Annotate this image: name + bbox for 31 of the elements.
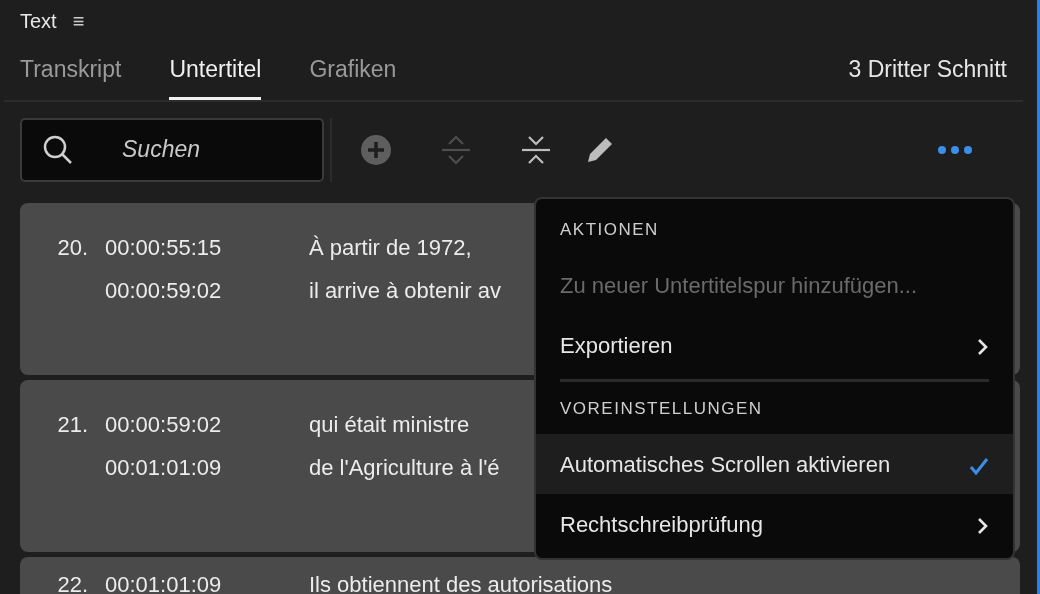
start-timecode: 00:00:55:15 — [105, 233, 223, 262]
caption-number: 21. — [56, 410, 89, 439]
expand-icon — [440, 133, 472, 166]
start-timecode: 00:01:01:09 — [105, 570, 223, 594]
caption-text: il arrive à obtenir av — [309, 276, 501, 305]
caption-number: 20. — [56, 233, 89, 262]
end-timecode: 00:00:59:02 — [105, 276, 223, 305]
search-field[interactable]: Suchen — [20, 117, 324, 182]
tab[interactable]: Untertitel — [169, 52, 262, 100]
caption-number: 22. — [56, 570, 89, 594]
menu-section-header: AKTIONEN — [559, 219, 660, 241]
caption-text: de l'Agriculture à l'é — [309, 453, 500, 482]
panel-title: Text — [20, 9, 57, 34]
caption-text: À partir de 1972, — [309, 233, 473, 262]
caption-text: qui était ministre — [309, 410, 471, 439]
caption-text: Ils obtiennent des autorisations — [309, 570, 613, 594]
sequence-name: 3 Dritter Schnitt — [848, 55, 1007, 84]
start-timecode: 00:00:59:02 — [105, 410, 223, 439]
merge-icon — [520, 133, 552, 166]
tab[interactable]: Grafiken — [309, 52, 397, 100]
menu-button[interactable]: ≡ — [72, 11, 85, 31]
menu-section-header: VOREINSTELLUNGEN — [559, 398, 764, 420]
end-timecode: 00:01:01:09 — [105, 453, 223, 482]
menu-item[interactable]: Automatisches Scrollen aktivieren — [536, 434, 1013, 494]
menu-item[interactable]: Rechtschreibprüfung — [536, 494, 1013, 554]
tab[interactable]: Transkript — [20, 52, 122, 100]
search-icon — [42, 133, 74, 166]
more-icon — [938, 145, 972, 154]
caption-card[interactable]: 22. 00:01:01:09 Ils obtiennent des autorisations — [20, 556, 1020, 594]
menu-item[interactable]: Exportieren — [536, 315, 1013, 375]
add-icon — [360, 133, 392, 166]
